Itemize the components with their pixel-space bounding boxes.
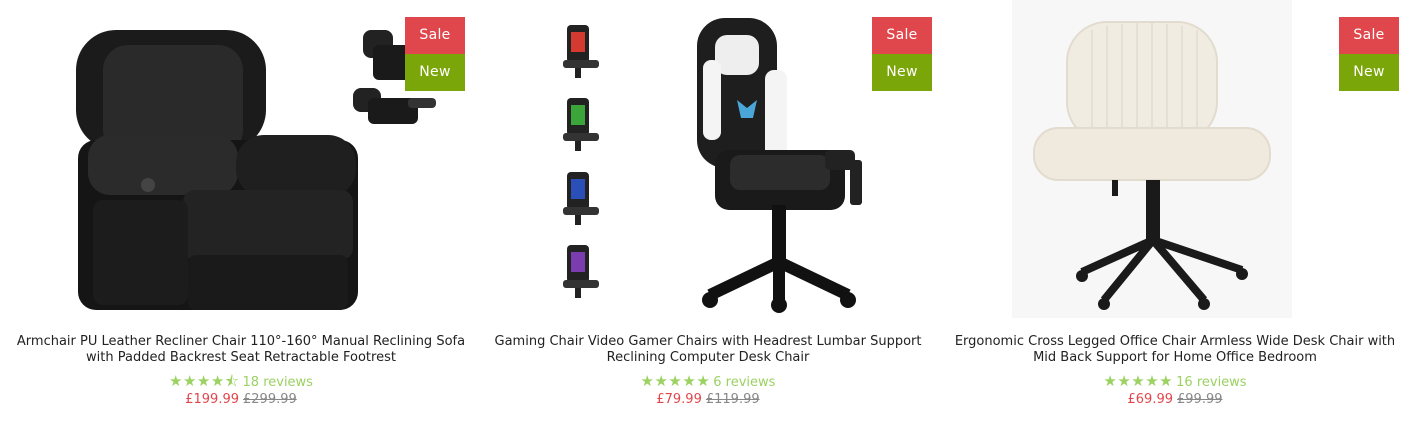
review-count[interactable]: 18 reviews: [243, 375, 313, 390]
new-badge: New: [1339, 54, 1399, 91]
sale-badge: Sale: [872, 17, 932, 54]
product-image-link[interactable]: Sale New: [942, 0, 1408, 328]
sale-price: £69.99: [1127, 392, 1174, 407]
product-rating[interactable]: ★★★★★ 16 reviews: [942, 372, 1408, 392]
sale-price: £199.99: [185, 392, 239, 407]
product-grid: Sale New Armchair PU Leather Recliner Ch…: [0, 0, 1428, 432]
product-price: £79.99 £119.99: [475, 391, 941, 409]
product-card[interactable]: Sale New Gaming Chair Video Gamer Chairs…: [475, 0, 941, 432]
product-title[interactable]: Ergonomic Cross Legged Office Chair Arml…: [948, 334, 1402, 366]
product-image-link[interactable]: Sale New: [8, 0, 474, 328]
product-image-link[interactable]: Sale New: [475, 0, 941, 328]
review-count[interactable]: 6 reviews: [713, 375, 775, 390]
original-price: £99.99: [1177, 392, 1223, 407]
star-rating-icon: ★★★★⯪: [169, 372, 240, 390]
original-price: £119.99: [705, 392, 760, 407]
star-rating-icon: ★★★★★: [640, 372, 711, 390]
product-card[interactable]: Sale New Ergonomic Cross Legged Office C…: [942, 0, 1408, 432]
review-count[interactable]: 16 reviews: [1176, 375, 1246, 390]
badge-group: Sale New: [1339, 17, 1399, 91]
badge-group: Sale New: [872, 17, 932, 91]
product-card[interactable]: Sale New Armchair PU Leather Recliner Ch…: [8, 0, 474, 432]
sale-badge: Sale: [1339, 17, 1399, 54]
original-price: £299.99: [243, 392, 297, 407]
sale-badge: Sale: [405, 17, 465, 54]
product-title[interactable]: Gaming Chair Video Gamer Chairs with Hea…: [481, 334, 935, 366]
product-price: £69.99 £99.99: [942, 391, 1408, 409]
product-rating[interactable]: ★★★★⯪ 18 reviews: [8, 372, 474, 392]
badge-group: Sale New: [405, 17, 465, 91]
new-badge: New: [872, 54, 932, 91]
star-rating-icon: ★★★★★: [1103, 372, 1174, 390]
product-rating[interactable]: ★★★★★ 6 reviews: [475, 372, 941, 392]
sale-price: £79.99: [656, 392, 702, 407]
product-price: £199.99 £299.99: [8, 391, 474, 409]
product-title[interactable]: Armchair PU Leather Recliner Chair 110°-…: [14, 334, 468, 366]
new-badge: New: [405, 54, 465, 91]
